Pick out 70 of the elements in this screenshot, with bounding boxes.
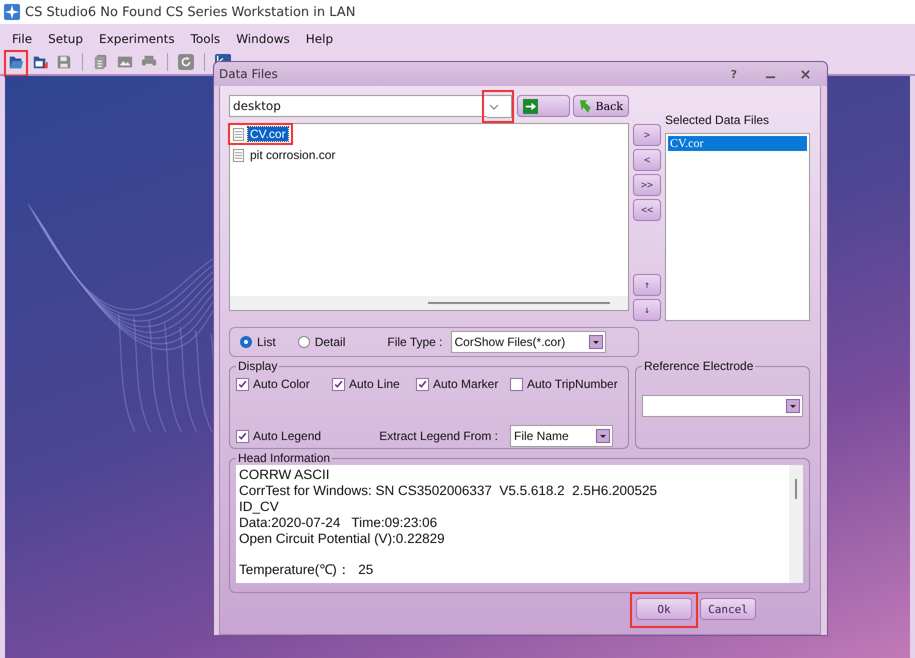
selected-file-item[interactable]: CV.cor	[668, 136, 807, 151]
group-title: Head Information	[237, 451, 332, 465]
checkbox-label: Auto Line	[349, 377, 400, 391]
group-title: Reference Electrode	[643, 359, 754, 373]
dialog-button[interactable]: Ok	[630, 592, 698, 628]
checkbox-label: Auto TripNumber	[527, 377, 618, 391]
vertical-scrollbar[interactable]	[789, 465, 803, 583]
horizontal-scrollbar[interactable]	[230, 296, 628, 310]
go-button[interactable]	[516, 95, 570, 117]
view-radio[interactable]: List	[240, 335, 276, 349]
info-line: Open Circuit Potential (V):0.22829	[239, 531, 446, 547]
checkbox-icon[interactable]	[332, 378, 345, 390]
radio-icon[interactable]	[298, 336, 310, 348]
file-type-combo[interactable]: CorShow Files(*.cor)	[450, 331, 606, 353]
view-radio[interactable]: Detail	[298, 335, 346, 349]
checkbox-icon[interactable]	[510, 378, 523, 390]
move-button[interactable]: >	[633, 124, 661, 146]
checkbox-icon[interactable]	[236, 430, 249, 442]
file-type-label: File Type :	[387, 335, 443, 349]
file-row[interactable]: CV.cor	[228, 123, 293, 145]
menu-item[interactable]: Tools	[190, 32, 220, 46]
checkbox-option[interactable]: Auto Color	[236, 377, 332, 391]
menu-item[interactable]: Setup	[48, 32, 84, 46]
toolbar-button[interactable]	[93, 54, 109, 70]
extract-legend-label: Extract Legend From :	[379, 429, 498, 443]
checkbox-option[interactable]: Auto Legend	[236, 429, 332, 443]
dialog-title: Data Files	[219, 67, 278, 81]
file-name[interactable]: pit corrosion.cor	[248, 148, 338, 162]
menu-item[interactable]: Experiments	[99, 32, 175, 46]
radio-label: List	[257, 335, 276, 349]
star-logo-icon	[4, 4, 20, 20]
list-label: Selected Data Files	[665, 113, 770, 127]
back-button[interactable]: Back	[573, 95, 629, 117]
toolbar-button[interactable]	[117, 54, 133, 70]
info-line: ID_CV	[239, 499, 280, 515]
checkbox-label: Auto Marker	[433, 377, 498, 391]
menu-item[interactable]: Help	[306, 32, 334, 46]
move-button[interactable]: <	[633, 149, 661, 171]
help-button[interactable]: ?	[726, 68, 741, 80]
file-row[interactable]: pit corrosion.cor	[228, 144, 342, 166]
file-name[interactable]: CV.cor	[248, 127, 288, 141]
file-icon	[233, 148, 244, 162]
move-button[interactable]: ↑	[633, 274, 661, 296]
menu-item[interactable]: Windows	[236, 32, 290, 46]
checkbox-icon[interactable]	[416, 378, 429, 390]
checkbox-option[interactable]: Auto TripNumber	[510, 377, 622, 391]
extract-legend-combo[interactable]: File Name	[510, 425, 613, 447]
back-arrow-icon	[579, 98, 592, 114]
folder-icon	[8, 54, 24, 70]
window-title: CS Studio6 No Found CS Series Workstation in LAN	[25, 4, 356, 20]
move-button[interactable]: ↓	[633, 299, 661, 321]
info-line: Data:2020-07-24 Time:09:23:06	[239, 515, 438, 531]
menu-item[interactable]: File	[12, 32, 32, 46]
radio-icon[interactable]	[240, 336, 252, 348]
checkbox-icon[interactable]	[236, 378, 249, 390]
info-line: Temperature(℃)： 25	[239, 562, 374, 578]
move-button[interactable]: <<	[633, 199, 661, 221]
close-icon[interactable]	[800, 68, 811, 80]
checkbox-label: Auto Color	[253, 377, 310, 391]
checkbox-option[interactable]: Auto Line	[332, 377, 416, 391]
info-line: CORRW ASCII	[239, 467, 331, 483]
move-button[interactable]: >>	[633, 174, 661, 196]
checkbox-option[interactable]: Auto Marker	[416, 377, 510, 391]
info-line: CorrTest for Windows: SN CS3502006337 V5.5.618.2 2.5H6.200525	[239, 483, 658, 499]
toolbar-button[interactable]	[32, 54, 48, 70]
toolbar-button[interactable]	[178, 54, 194, 70]
radio-label: Detail	[314, 335, 346, 349]
file-icon	[233, 128, 244, 140]
group-title: Display	[237, 359, 278, 373]
checkbox-label: Auto Legend	[253, 429, 322, 443]
